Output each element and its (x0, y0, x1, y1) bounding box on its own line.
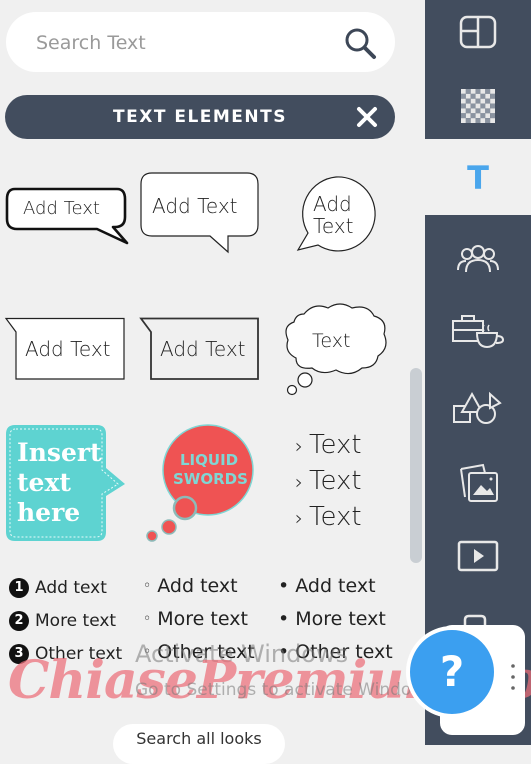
list-text: More text (157, 607, 248, 630)
bubble-rounded-rect[interactable]: Add Text (140, 172, 260, 254)
text-icon: T (467, 159, 489, 197)
section-title: TEXT ELEMENTS (113, 107, 287, 127)
filled-item: • More text (278, 602, 393, 635)
arrow-text: Text (309, 430, 362, 460)
list-text: Add text (295, 574, 376, 597)
numbered-item: 2 More text (9, 604, 122, 637)
text-panel: TEXT ELEMENTS Add Text Add Text Add Text… (0, 0, 425, 764)
arrow-text: Text (309, 466, 362, 496)
liquid-line2: SWORDS (173, 470, 248, 488)
more-options-icon[interactable] (511, 663, 515, 691)
list-text: More text (295, 607, 386, 630)
liquid-swords-bubble[interactable]: LIQUID SWORDS (142, 424, 258, 546)
bubble-round[interactable]: Add Text (296, 175, 376, 255)
arrow-glyph: › (295, 470, 303, 494)
filled-item: • Add text (278, 569, 393, 602)
number-badge: 1 (9, 577, 29, 598)
bubble-hand-drawn[interactable]: Add Text (5, 185, 129, 247)
people-icon (457, 245, 499, 273)
teal-line1: Insert (17, 438, 102, 467)
search-bar (6, 12, 395, 72)
section-header: TEXT ELEMENTS (5, 95, 395, 139)
bubble-label: Add Text (160, 337, 246, 361)
number-badge: 2 (9, 610, 29, 631)
help-button[interactable]: ? (406, 626, 498, 718)
sidebar-item-backgrounds[interactable] (425, 66, 531, 142)
filled-bullet-icon: • (278, 574, 290, 597)
search-input[interactable] (34, 28, 318, 58)
liquid-line1: LIQUID (180, 451, 239, 469)
bubble-rect-tab[interactable]: Add Text (4, 317, 125, 380)
arrow-item: › Text (295, 502, 362, 532)
sidebar-item-shapes[interactable] (425, 370, 531, 446)
teal-line2: text (17, 468, 71, 497)
arrow-glyph: › (295, 434, 303, 458)
teal-bubble[interactable]: Insert text here (5, 424, 127, 542)
sidebar-item-text[interactable]: T (425, 139, 531, 215)
list-text: Add text (35, 577, 107, 598)
hollow-item: ◦ Add text (143, 569, 255, 602)
close-icon[interactable] (355, 105, 379, 129)
bubble-label: Add Text (152, 194, 238, 218)
help-icon: ? (439, 647, 465, 696)
sidebar-item-photos[interactable] (425, 445, 531, 521)
hollow-bullet-icon: ◦ (143, 577, 152, 594)
scrollbar-thumb[interactable] (410, 368, 422, 563)
filled-bullet-icon: • (278, 607, 290, 630)
search-all-looks-button[interactable]: Search all looks (113, 724, 285, 764)
bubble-label: Add Text (23, 198, 100, 219)
arrow-item: › Text (295, 430, 362, 460)
sidebar-item-people[interactable] (425, 218, 531, 294)
list-text: More text (35, 610, 117, 631)
bubble-rect-tab-dark[interactable]: Add Text (139, 317, 260, 380)
arrow-glyph: › (295, 506, 303, 530)
sidebar-item-business[interactable] (425, 295, 531, 371)
activate-windows-subtitle: Go to Settings to activate Windows. (135, 680, 440, 700)
briefcase-coffee-icon (452, 315, 505, 349)
checkerboard-icon (461, 89, 495, 123)
layout-icon (459, 15, 497, 49)
video-icon (457, 540, 499, 572)
hollow-item: ◦ More text (143, 602, 255, 635)
bubble-label: Text (312, 330, 351, 352)
bubble-label: Add Text (25, 337, 111, 361)
photos-icon (460, 463, 498, 502)
sidebar-item-layouts[interactable] (425, 0, 531, 76)
list-text: Add text (157, 574, 238, 597)
hollow-bullet-icon: ◦ (143, 610, 152, 627)
arrow-item: › Text (295, 466, 362, 496)
bubble-label-line2: Text (313, 214, 354, 238)
arrow-list[interactable]: › Text › Text › Text (295, 428, 385, 540)
arrow-text: Text (309, 502, 362, 532)
numbered-item: 1 Add text (9, 571, 122, 604)
bubble-label-line1: Add (313, 192, 352, 216)
bubble-thought-cloud[interactable]: Text (282, 302, 390, 396)
sidebar-item-videos[interactable] (425, 520, 531, 596)
search-icon[interactable] (343, 26, 377, 60)
shapes-icon (453, 391, 502, 424)
teal-line3: here (17, 498, 81, 527)
